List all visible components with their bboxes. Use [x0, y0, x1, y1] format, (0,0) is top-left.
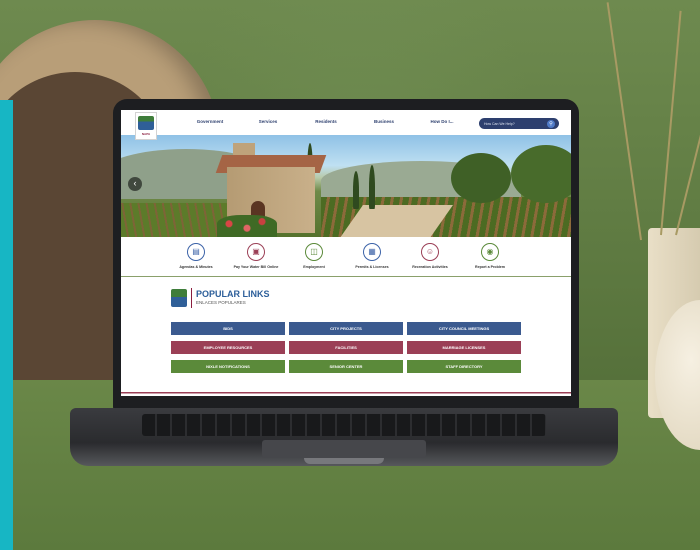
briefcase-icon: ◫	[305, 243, 323, 261]
city-projects-button[interactable]: CITY PROJECTS	[289, 322, 403, 335]
footer-stripe	[121, 390, 571, 396]
staff-directory-button[interactable]: STAFF DIRECTORY	[407, 360, 521, 373]
city-council-meetings-button[interactable]: CITY COUNCIL MEETINGS	[407, 322, 521, 335]
quick-link-label: Employment	[303, 265, 325, 269]
search-input[interactable]	[484, 120, 544, 127]
laptop-screen: NAPA Government Services Residents Busin…	[121, 110, 571, 396]
popular-title: POPULAR LINKS	[196, 289, 270, 299]
bids-button[interactable]: BIDS	[171, 322, 285, 335]
senior-center-button[interactable]: SENIOR CENTER	[289, 360, 403, 373]
quick-link-label: Pay Your Water Bill Online	[233, 265, 279, 269]
quick-link-report[interactable]: ◉ Report a Problem	[457, 243, 523, 269]
nav-services[interactable]: Services	[239, 119, 297, 124]
main-nav: Government Services Residents Business H…	[181, 119, 471, 124]
carousel-prev-icon[interactable]: ‹	[128, 177, 142, 191]
hero-cypress	[353, 171, 359, 209]
popular-links-section: POPULAR LINKS ENLACES POPULARES BIDS CIT…	[121, 277, 571, 396]
laptop-notch	[304, 458, 384, 464]
eye-icon: ◉	[481, 243, 499, 261]
quick-link-recreation[interactable]: ☺ Recreation Activities	[397, 243, 463, 269]
recreation-icon: ☺	[421, 243, 439, 261]
payment-icon: ▣	[247, 243, 265, 261]
quick-link-label: Report a Problem	[475, 265, 505, 269]
popular-logo-icon	[171, 289, 187, 307]
accent-bar	[0, 100, 13, 550]
hero-image: ‹	[121, 135, 571, 237]
quick-link-permits[interactable]: ▦ Permits & Licenses	[339, 243, 405, 269]
nixle-notifications-button[interactable]: NIXLE NOTIFICATIONS	[171, 360, 285, 373]
facilities-button[interactable]: FACILITIES	[289, 341, 403, 354]
nav-business[interactable]: Business	[355, 119, 413, 124]
photo-scene: NAPA Government Services Residents Busin…	[0, 0, 700, 550]
quick-link-label: Recreation Activities	[412, 265, 448, 269]
hero-tree	[451, 153, 511, 203]
popular-subtitle: ENLACES POPULARES	[196, 300, 246, 305]
marriage-licenses-button[interactable]: MARRIAGE LICENSES	[407, 341, 521, 354]
search-box: ⚲	[479, 118, 559, 129]
permit-icon: ▦	[363, 243, 381, 261]
quick-link-employment[interactable]: ◫ Employment	[281, 243, 347, 269]
hero-cypress	[369, 165, 375, 209]
logo-wordmark: NAPA	[141, 132, 151, 136]
quick-links: ▤ Agendas & Minutes ▣ Pay Your Water Bil…	[121, 237, 571, 277]
quick-link-agendas[interactable]: ▤ Agendas & Minutes	[163, 243, 229, 269]
popular-divider	[191, 288, 192, 308]
laptop-keyboard	[142, 414, 546, 436]
city-logo[interactable]: NAPA	[135, 112, 157, 140]
document-icon: ▤	[187, 243, 205, 261]
quick-link-water-bill[interactable]: ▣ Pay Your Water Bill Online	[223, 243, 289, 269]
nav-how-do-i[interactable]: How Do I...	[413, 119, 471, 124]
employee-resources-button[interactable]: EMPLOYEE RESOURCES	[171, 341, 285, 354]
hero-flowers	[217, 215, 277, 237]
nav-government[interactable]: Government	[181, 119, 239, 124]
laptop-trackpad	[262, 440, 426, 458]
logo-emblem-icon	[138, 116, 154, 130]
quick-link-label: Permits & Licenses	[355, 265, 389, 269]
nav-residents[interactable]: Residents	[297, 119, 355, 124]
site-header: NAPA Government Services Residents Busin…	[121, 110, 571, 140]
search-icon[interactable]: ⚲	[547, 120, 555, 128]
quick-link-label: Agendas & Minutes	[179, 265, 213, 269]
